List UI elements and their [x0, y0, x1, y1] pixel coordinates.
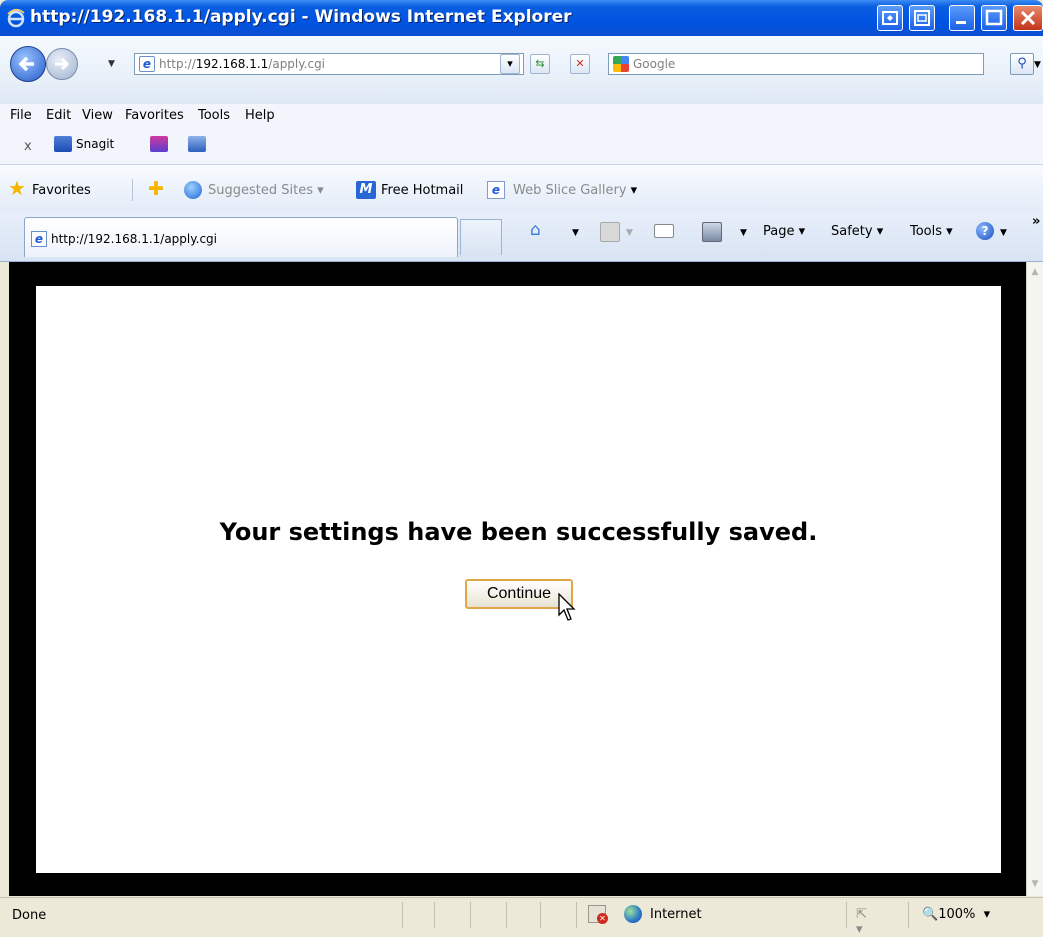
address-bar[interactable]: e http://192.168.1.1/apply.cgi [134, 53, 524, 75]
status-bar: Done [0, 897, 1043, 933]
stop-button[interactable]: ✕ [570, 54, 590, 74]
back-button[interactable] [10, 46, 46, 82]
forward-arrow-icon [55, 57, 70, 71]
security-zone-label[interactable]: Internet [650, 907, 702, 922]
close-icon [1020, 10, 1036, 26]
minimize-icon [956, 21, 966, 24]
print-dropdown-icon[interactable]: ▼ [740, 228, 747, 238]
feeds-dropdown-icon[interactable]: ▼ [626, 228, 633, 238]
maximize-icon [985, 9, 1003, 26]
feeds-icon[interactable] [600, 222, 620, 242]
zoom-level[interactable]: 🔍100% ▾ [922, 907, 990, 922]
maximize-button[interactable] [981, 5, 1007, 31]
menu-view[interactable]: View [82, 108, 113, 123]
compatibility-view-button[interactable]: ⇆ [530, 54, 550, 74]
minimize-button[interactable] [949, 5, 975, 31]
divider [576, 902, 577, 928]
scroll-down-icon[interactable]: ▼ [1028, 876, 1042, 892]
snagit-capture-icon[interactable] [150, 136, 168, 152]
tab-ie-icon: e [31, 231, 47, 247]
hotmail-icon: M [356, 181, 376, 199]
snagit-button-label[interactable]: Snagit [76, 137, 114, 151]
menu-bar: File Edit View Favorites Tools Help [0, 104, 1043, 128]
menu-tools[interactable]: Tools [198, 108, 230, 123]
success-message: Your settings have been successfully sav… [219, 518, 818, 546]
menu-file[interactable]: File [10, 108, 32, 123]
free-hotmail-link[interactable]: Free Hotmail [381, 183, 463, 198]
tools-menu[interactable]: Tools ▾ [910, 224, 953, 239]
help-dropdown-icon[interactable]: ▼ [1000, 228, 1007, 238]
print-icon[interactable] [702, 222, 722, 242]
scroll-up-icon[interactable]: ▲ [1028, 264, 1042, 280]
page-menu[interactable]: Page ▾ [763, 224, 805, 239]
stop-icon: ✕ [575, 57, 585, 70]
back-arrow-icon [18, 56, 34, 72]
close-button[interactable] [1013, 5, 1043, 31]
restore-tab-button[interactable] [909, 5, 935, 31]
snagit-toolbar: x Snagit [0, 128, 1043, 165]
menu-help[interactable]: Help [245, 108, 275, 123]
vertical-scrollbar[interactable]: ▲ ▼ [1026, 262, 1043, 896]
address-dropdown-button[interactable]: ▾ [500, 54, 520, 74]
window-icon [914, 10, 930, 26]
suggested-sites-link[interactable]: Suggested Sites ▾ [208, 183, 324, 198]
search-options-dropdown-icon[interactable]: ▼ [1034, 60, 1041, 70]
divider [540, 902, 541, 928]
read-mail-icon[interactable] [654, 224, 674, 238]
page-viewport: Your settings have been successfully sav… [9, 262, 1026, 896]
safety-menu[interactable]: Safety ▾ [831, 224, 883, 239]
snagit-editor-icon[interactable] [188, 136, 206, 152]
page-content: Your settings have been successfully sav… [36, 286, 1001, 873]
chevron-down-icon: ▾ [507, 57, 513, 70]
page-ie-icon: e [139, 56, 155, 72]
tab-bar: e http://192.168.1.1/apply.cgi [0, 211, 1043, 262]
search-icon: ⚲ [1017, 56, 1027, 71]
snagit-icon[interactable] [54, 136, 72, 152]
refresh-icon: ⇆ [535, 57, 545, 70]
favorites-star-icon[interactable]: ★ [8, 178, 26, 198]
divider [846, 902, 847, 928]
divider [132, 179, 133, 201]
google-icon [613, 56, 629, 72]
title-bar[interactable]: http://192.168.1.1/apply.cgi - Windows I… [0, 0, 1043, 36]
mouse-pointer-icon [558, 593, 576, 621]
divider [908, 902, 909, 928]
recent-pages-dropdown-icon[interactable]: ▼ [108, 59, 115, 69]
divider [506, 902, 507, 928]
protected-mode-icon[interactable]: ⇱ ▾ [856, 907, 876, 937]
add-to-favorites-icon[interactable]: ✚ [148, 179, 164, 199]
favorites-button[interactable]: Favorites [32, 183, 91, 198]
ie-logo-icon [7, 8, 25, 28]
menu-favorites[interactable]: Favorites [125, 108, 184, 123]
home-dropdown-icon[interactable]: ▼ [572, 228, 579, 238]
menu-edit[interactable]: Edit [46, 108, 71, 123]
search-input[interactable]: Google [608, 53, 984, 75]
web-slice-icon: e [487, 181, 505, 199]
address-url[interactable]: http://192.168.1.1/apply.cgi [159, 57, 325, 71]
blocked-x-icon: ✕ [597, 913, 608, 924]
search-button[interactable]: ⚲ [1010, 53, 1034, 75]
divider [402, 902, 403, 928]
more-commands-button[interactable]: » [1032, 214, 1040, 229]
internet-zone-globe-icon [624, 905, 642, 923]
help-icon[interactable]: ? [976, 222, 994, 240]
status-text: Done [12, 908, 47, 923]
forward-button[interactable] [46, 48, 78, 80]
divider [470, 902, 471, 928]
browser-window: http://192.168.1.1/apply.cgi - Windows I… [0, 0, 1043, 937]
new-tab-button[interactable] [460, 219, 502, 255]
tile-icon [882, 11, 898, 25]
web-slice-gallery-link[interactable]: Web Slice Gallery ▾ [513, 183, 637, 198]
home-icon[interactable]: ⌂ [530, 220, 541, 240]
window-title: http://192.168.1.1/apply.cgi - Windows I… [30, 7, 572, 27]
continue-button[interactable]: Continue [465, 579, 573, 609]
tile-windows-button[interactable] [877, 5, 903, 31]
divider [434, 902, 435, 928]
suggested-sites-icon [184, 181, 202, 199]
favorites-bar: ★ Favorites ✚ Suggested Sites ▾ M Free H… [0, 165, 1043, 211]
tab-apply-cgi[interactable]: e http://192.168.1.1/apply.cgi [24, 217, 458, 257]
tab-label: http://192.168.1.1/apply.cgi [51, 232, 218, 246]
close-toolbar-icon[interactable]: x [24, 139, 32, 154]
search-placeholder: Google [633, 57, 676, 71]
